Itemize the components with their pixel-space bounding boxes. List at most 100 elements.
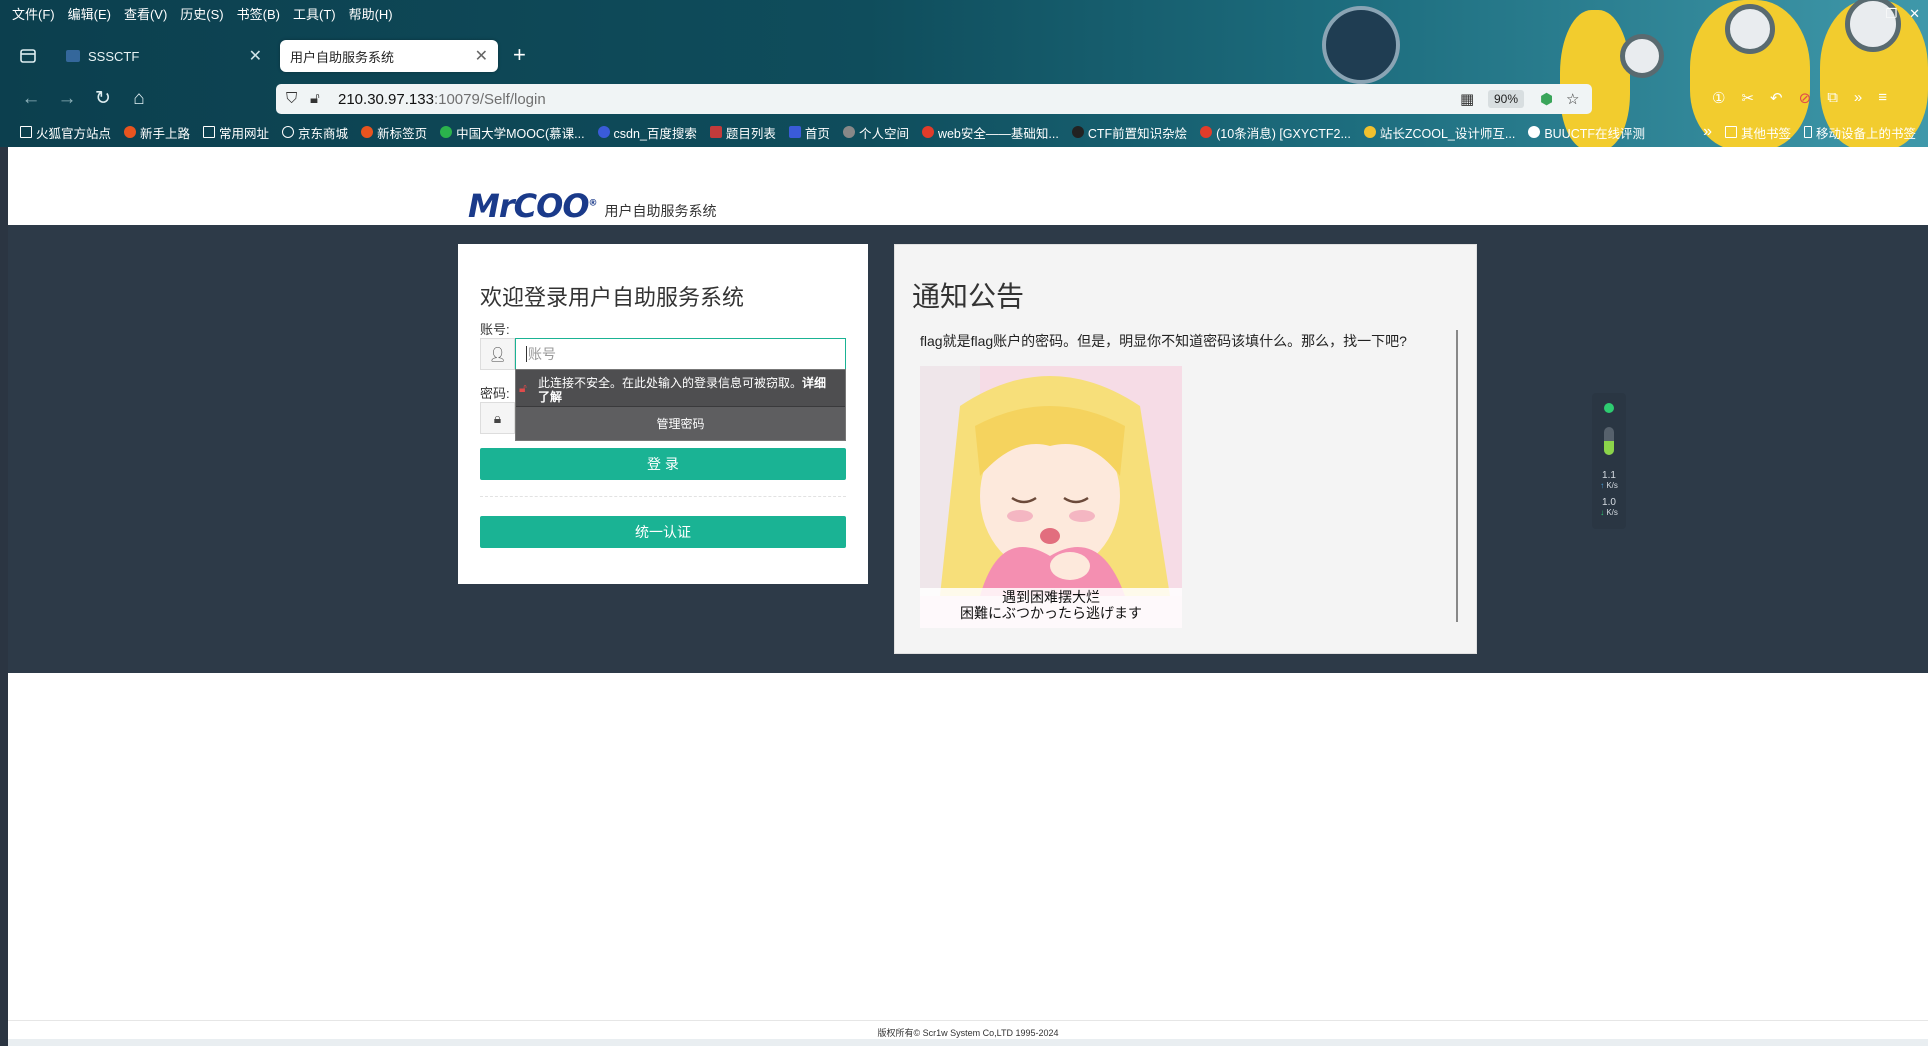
bookmark-item[interactable]: 新标签页 bbox=[361, 123, 427, 142]
bookmark-item[interactable]: 新手上路 bbox=[124, 123, 190, 142]
site-icon bbox=[1528, 126, 1541, 138]
text-cursor bbox=[526, 346, 527, 362]
other-bookmarks[interactable]: 其他书签 bbox=[1724, 123, 1791, 142]
sso-button[interactable]: 统一认证 bbox=[480, 516, 846, 548]
memory-gauge-icon bbox=[1604, 427, 1614, 455]
navigation-bar: ← → ↻ ⌂ ⛉ 🔓︎ 210.30.97.133 :10079/Self/l… bbox=[0, 80, 1928, 118]
close-tab-icon[interactable]: ✕ bbox=[249, 46, 262, 66]
network-speed-widget[interactable]: 1.1 ↑ K/s 1.0 ↓ K/s bbox=[1592, 393, 1626, 529]
account-input-group: 👤︎ 账号 bbox=[480, 338, 846, 370]
bookmark-star-icon[interactable]: ☆ bbox=[1566, 90, 1579, 108]
mobile-icon bbox=[1803, 126, 1812, 138]
menu-history[interactable]: 历史(S) bbox=[180, 4, 223, 23]
bookmark-item[interactable]: web安全——基础知... bbox=[921, 123, 1059, 142]
qr-code-icon[interactable]: ▦ bbox=[1460, 90, 1474, 108]
menu-tools[interactable]: 工具(T) bbox=[293, 4, 336, 23]
content-band: 欢迎登录用户自助服务系统 账号: 👤︎ 账号 密码: 🔒︎ 登 录 统一认证 🔓 bbox=[8, 225, 1928, 673]
notice-title: 通知公告 bbox=[912, 281, 1025, 312]
login-card: 欢迎登录用户自助服务系统 账号: 👤︎ 账号 密码: 🔒︎ 登 录 统一认证 🔓 bbox=[458, 244, 868, 584]
brand: MrCOO® 用户自助服务系统 bbox=[468, 187, 717, 225]
zcool-icon bbox=[1363, 126, 1376, 138]
tab-sssctf[interactable]: SSSCTF ✕ bbox=[56, 40, 272, 72]
close-tab-icon[interactable]: ✕ bbox=[475, 46, 488, 66]
bookmarks-right: » 其他书签 移动设备上的书签 bbox=[1703, 121, 1916, 143]
login-title: 欢迎登录用户自助服务系统 bbox=[480, 285, 745, 310]
account-input[interactable]: 账号 bbox=[515, 338, 846, 370]
mobile-bookmarks[interactable]: 移动设备上的书签 bbox=[1803, 123, 1916, 142]
bookmark-item[interactable]: 火狐官方站点 bbox=[20, 123, 111, 142]
csdn-icon bbox=[1200, 126, 1213, 138]
folder-icon bbox=[203, 126, 216, 138]
upload-unit: ↑ K/s bbox=[1600, 481, 1618, 490]
menu-view[interactable]: 查看(V) bbox=[124, 4, 167, 23]
menu-help[interactable]: 帮助(H) bbox=[349, 4, 393, 23]
new-tab-button[interactable]: + bbox=[513, 42, 526, 68]
sssctf-favicon-icon bbox=[66, 50, 80, 62]
bookmark-item[interactable]: 题目列表 bbox=[709, 123, 776, 142]
caption-line-japanese: 困難にぶつかったら逃げます bbox=[960, 605, 1142, 621]
bookmark-item[interactable]: 常用网址 bbox=[203, 123, 269, 142]
bookmark-item[interactable]: csdn_百度搜索 bbox=[597, 123, 697, 142]
notice-card: 通知公告 flag就是flag账户的密码。但是，明显你不知道密码该填什么。那么，… bbox=[894, 244, 1477, 654]
bookmarks-bar: 火狐官方站点 新手上路 常用网址 京东商城 新标签页 中国大学MOOC(慕课..… bbox=[0, 121, 1928, 143]
menu-icon[interactable]: ≡ bbox=[1878, 89, 1887, 107]
csdn-icon bbox=[921, 126, 934, 138]
folder-icon bbox=[20, 126, 32, 138]
password-label: 密码: bbox=[480, 386, 510, 401]
insecure-warning: 🔓︎ 此连接不安全。在此处输入的登录信息可被窃取。详细了解 bbox=[516, 370, 845, 406]
close-window-icon[interactable]: ✕ bbox=[1909, 6, 1920, 22]
bookmark-item[interactable]: 京东商城 bbox=[282, 123, 348, 142]
lock-icon: 🔒︎ bbox=[480, 402, 515, 434]
bookmark-item[interactable]: (10条消息) [GXYCTF2... bbox=[1200, 123, 1351, 142]
reload-icon[interactable]: ↻ bbox=[90, 86, 116, 112]
tab-title: SSSCTF bbox=[88, 48, 140, 64]
firefox-icon bbox=[124, 126, 137, 138]
extensions-icon[interactable]: ⧉ bbox=[1827, 89, 1838, 107]
tab-list-icon[interactable] bbox=[16, 44, 40, 68]
url-host: 210.30.97.133 bbox=[338, 90, 434, 108]
baidu-icon bbox=[597, 126, 610, 138]
login-button[interactable]: 登 录 bbox=[480, 448, 846, 480]
toolbar-extensions: ① ✂ ↶ ⊘ ⧉ » ≡ bbox=[1712, 89, 1887, 107]
account-label: 账号: bbox=[480, 322, 510, 337]
manage-passwords-button[interactable]: 管理密码 bbox=[516, 406, 845, 440]
divider bbox=[480, 496, 846, 497]
bookmark-item[interactable]: 站长ZCOOL_设计师互... bbox=[1363, 123, 1515, 142]
shield-icon[interactable]: ⛉ bbox=[286, 90, 297, 107]
forward-icon[interactable]: → bbox=[54, 86, 80, 112]
adblock-icon[interactable]: ⊘ bbox=[1799, 89, 1812, 107]
notice-meme-image: 遇到困难摆大烂 困難にぶつかったら逃げます bbox=[920, 366, 1182, 628]
firefox-icon bbox=[361, 126, 374, 138]
zoom-level[interactable]: 90% bbox=[1488, 90, 1525, 108]
menu-file[interactable]: 文件(F) bbox=[12, 4, 55, 23]
menu-bar: 文件(F) 编辑(E) 查看(V) 历史(S) 书签(B) 工具(T) 帮助(H… bbox=[0, 0, 1300, 26]
more-icon[interactable]: » bbox=[1854, 89, 1862, 107]
restore-window-icon[interactable]: ❐ bbox=[1885, 6, 1897, 22]
insecure-lock-icon[interactable]: 🔓︎ bbox=[310, 90, 320, 107]
notice-scrollbar[interactable] bbox=[1456, 330, 1458, 622]
tab-self-service[interactable]: 用户自助服务系统 ✕ bbox=[280, 40, 498, 72]
screenshot-icon[interactable]: ✂ bbox=[1741, 89, 1754, 107]
bookmarks-overflow-button[interactable]: » bbox=[1703, 123, 1712, 141]
meme-caption: 遇到困难摆大烂 困難にぶつかったら逃げます bbox=[920, 588, 1182, 628]
undo-icon[interactable]: ↶ bbox=[1770, 89, 1783, 107]
bookmark-item[interactable]: 首页 bbox=[788, 123, 830, 142]
url-path: :10079/Self/login bbox=[433, 90, 546, 108]
back-icon[interactable]: ← bbox=[18, 86, 44, 112]
bookmark-item[interactable]: CTF前置知识杂烩 bbox=[1071, 123, 1187, 142]
bookmark-item[interactable]: BUUCTF在线评测 bbox=[1528, 123, 1645, 142]
menu-edit[interactable]: 编辑(E) bbox=[68, 4, 111, 23]
footer-copyright: 版权所有© Scr1w System Co,LTD 1995-2024 bbox=[877, 1028, 1059, 1038]
mooc-icon bbox=[440, 126, 453, 138]
address-bar[interactable]: ⛉ 🔓︎ 210.30.97.133 :10079/Self/login ▦ 9… bbox=[276, 84, 1592, 114]
bookmark-item[interactable]: 个人空间 bbox=[842, 123, 909, 142]
account-placeholder: 账号 bbox=[528, 346, 556, 362]
bookmark-item[interactable]: 中国大学MOOC(慕课... bbox=[440, 123, 585, 142]
home-icon[interactable]: ⌂ bbox=[126, 86, 152, 112]
extension-icon[interactable]: ⬢ bbox=[1540, 90, 1553, 108]
insecure-lock-icon: 🔓︎ bbox=[519, 381, 527, 395]
caption-line-chinese: 遇到困难摆大烂 bbox=[1002, 589, 1100, 605]
account-icon[interactable]: ① bbox=[1712, 89, 1725, 107]
menu-bookmarks[interactable]: 书签(B) bbox=[237, 4, 280, 23]
status-dot-icon bbox=[1604, 403, 1614, 413]
